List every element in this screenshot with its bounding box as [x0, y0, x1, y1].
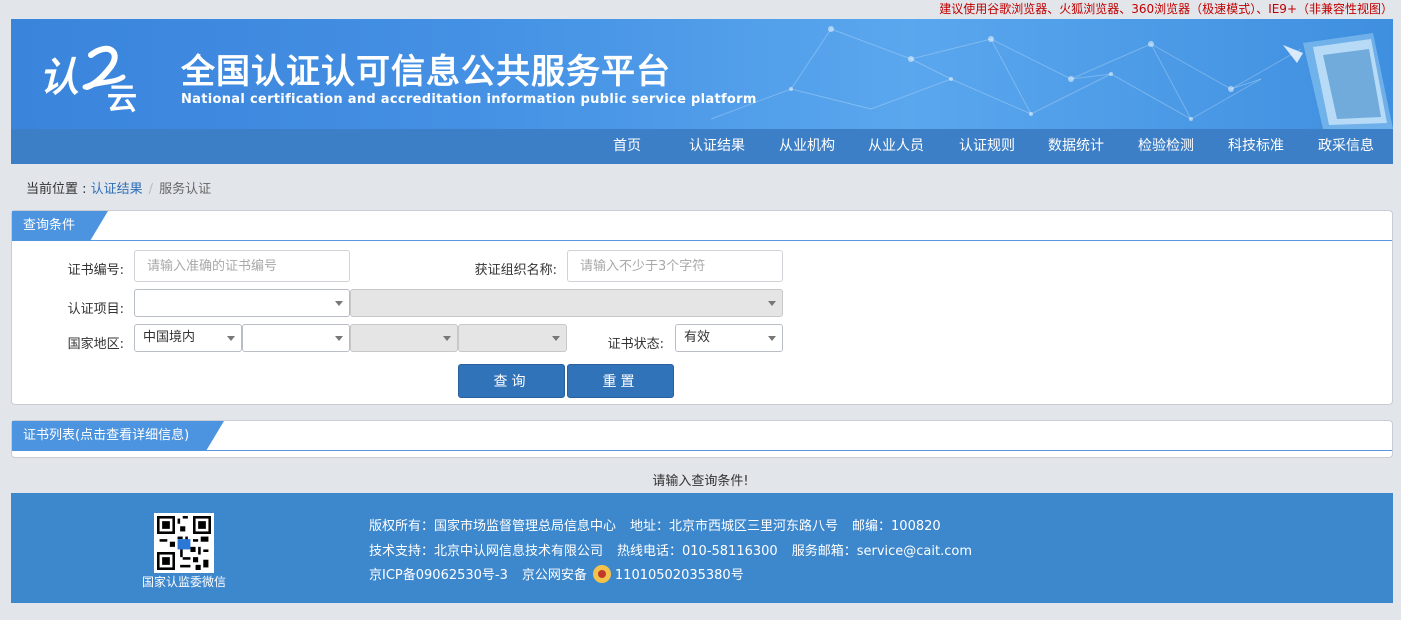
region-value: 中国境内	[143, 330, 196, 345]
footer-icp[interactable]: 京ICP备09062530号-3	[369, 568, 508, 583]
org-name-input[interactable]	[567, 250, 783, 282]
footer-copyright: 版权所有：国家市场监督管理总局信息中心	[369, 519, 617, 534]
query-panel-title: 查询条件	[12, 211, 108, 241]
province-select[interactable]	[242, 324, 350, 352]
footer-line-2: 技术支持：北京中认网信息技术有限公司 热线电话：010-58116300 服务邮箱：…	[369, 540, 986, 559]
footer-line-3: 京ICP备09062530号-3 京公网安备 11010502035380号	[369, 564, 758, 583]
chevron-down-icon	[335, 336, 343, 341]
nav-institutions[interactable]: 从业机构	[769, 129, 845, 164]
decorative-photo-cards	[1283, 33, 1393, 129]
org-name-label: 获证组织名称:	[474, 263, 557, 278]
svg-text:云: 云	[107, 82, 137, 113]
breadcrumb-current: 服务认证	[159, 182, 212, 197]
nav-statistics[interactable]: 数据统计	[1038, 129, 1114, 164]
chevron-down-icon	[227, 336, 235, 341]
qr-caption: 国家认监委微信	[141, 575, 226, 589]
nav-inspection[interactable]: 检验检测	[1128, 129, 1204, 164]
cert-no-input[interactable]	[134, 250, 350, 282]
nav-personnel[interactable]: 从业人员	[858, 129, 934, 164]
chevron-down-icon	[335, 301, 343, 306]
site-title: 全国认证认可信息公共服务平台	[181, 52, 671, 92]
search-button[interactable]: 查询	[458, 364, 565, 398]
cert-no-label: 证书编号:	[67, 263, 124, 278]
sub-project-select	[350, 289, 783, 317]
svg-text:认: 认	[39, 54, 79, 101]
breadcrumb-link-cert-results[interactable]: 认证结果	[91, 182, 143, 197]
cert-list-title: 证书列表(点击查看详细信息)	[12, 421, 224, 451]
footer: 国家认监委微信 版权所有：国家市场监督管理总局信息中心 地址：北京市西城区三里河东…	[11, 493, 1393, 603]
chevron-down-icon	[768, 336, 776, 341]
nav-standards[interactable]: 科技标准	[1218, 129, 1294, 164]
cert-list-header: 证书列表(点击查看详细信息)	[12, 421, 1392, 451]
status-value: 有效	[684, 330, 711, 345]
nav-home[interactable]: 首页	[593, 129, 661, 164]
chevron-down-icon	[768, 301, 776, 306]
breadcrumb-separator: /	[148, 182, 154, 197]
reset-button[interactable]: 重置	[567, 364, 674, 398]
footer-address: 地址：北京市西城区三里河东路八号	[630, 519, 839, 534]
browser-recommendation: 建议使用谷歌浏览器、火狐浏览器、360浏览器（极速模式）、IE9+（非兼容性视图…	[939, 2, 1393, 16]
nav-procurement[interactable]: 政采信息	[1308, 129, 1384, 164]
status-label: 证书状态:	[607, 337, 664, 352]
footer-line-1: 版权所有：国家市场监督管理总局信息中心 地址：北京市西城区三里河东路八号 邮编：10…	[369, 515, 955, 534]
empty-result-message: 请输入查询条件!	[652, 474, 749, 489]
footer-postcode: 邮编：100820	[852, 519, 941, 534]
region-label: 国家地区:	[67, 337, 124, 352]
footer-police-no[interactable]: 11010502035380号	[615, 568, 744, 583]
chevron-down-icon	[443, 336, 451, 341]
police-badge-icon	[592, 565, 611, 583]
footer-tech-support: 技术支持：北京中认网信息技术有限公司	[369, 544, 604, 559]
wechat-qr-code	[154, 513, 214, 573]
footer-email: 服务邮箱：service@cait.com	[791, 544, 972, 559]
project-select[interactable]	[134, 289, 350, 317]
region-select[interactable]: 中国境内	[134, 324, 242, 352]
header-banner: 认 云 全国认证认可信息公共服务平台 National certificatio…	[11, 19, 1393, 129]
district-select	[458, 324, 567, 352]
cert-list-panel: 证书列表(点击查看详细信息)	[11, 420, 1393, 458]
query-panel: 查询条件 证书编号: 获证组织名称: 认证项目: 国家地区: 中国境内 证书状态…	[11, 210, 1393, 405]
site-subtitle: National certification and accreditation…	[181, 92, 757, 107]
breadcrumb-prefix: 当前位置 :	[26, 182, 91, 197]
project-label: 认证项目:	[67, 302, 124, 317]
ren-yun-logo: 认 云	[39, 46, 137, 113]
query-panel-header: 查询条件	[12, 211, 1392, 241]
status-select[interactable]: 有效	[675, 324, 783, 352]
footer-police-label: 京公网安备	[521, 568, 587, 583]
chevron-down-icon	[552, 336, 560, 341]
city-select	[350, 324, 458, 352]
breadcrumb: 当前位置 : 认证结果 / 服务认证	[26, 178, 211, 197]
nav-cert-results[interactable]: 认证结果	[679, 129, 755, 164]
nav-cert-rules[interactable]: 认证规则	[949, 129, 1025, 164]
main-nav: 首页 认证结果 从业机构 从业人员 认证规则 数据统计 检验检测 科技标准 政采…	[11, 129, 1393, 164]
footer-hotline: 热线电话：010-58116300	[617, 544, 778, 559]
